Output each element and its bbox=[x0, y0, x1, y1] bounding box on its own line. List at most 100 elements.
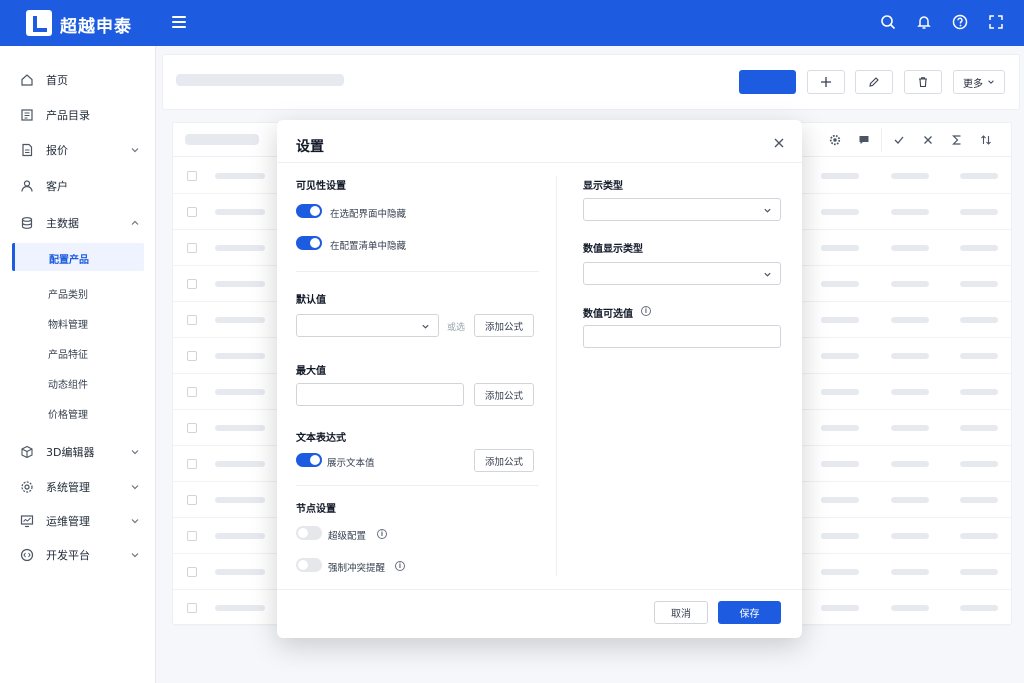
text-expr-formula-button[interactable]: 添加公式 bbox=[474, 449, 534, 472]
show-text-toggle[interactable] bbox=[296, 453, 322, 467]
cell-placeholder bbox=[215, 317, 265, 323]
cell-placeholder bbox=[891, 461, 929, 467]
header-placeholder bbox=[185, 134, 259, 145]
sidebar-subitem-config-product[interactable]: 配置产品 bbox=[12, 243, 144, 271]
row-checkbox[interactable] bbox=[187, 243, 197, 253]
sidebar-subitem-category[interactable]: 产品类别 bbox=[48, 286, 88, 301]
hide-in-config-toggle[interactable] bbox=[296, 204, 322, 218]
close-icon[interactable] bbox=[921, 133, 935, 147]
brand-logo[interactable] bbox=[26, 10, 52, 36]
sidebar-item-label: 3D编辑器 bbox=[46, 446, 95, 459]
row-checkbox[interactable] bbox=[187, 423, 197, 433]
default-value-formula-button[interactable]: 添加公式 bbox=[474, 314, 534, 337]
comment-icon[interactable] bbox=[857, 133, 871, 147]
sort-icon[interactable] bbox=[979, 133, 993, 147]
search-icon[interactable] bbox=[878, 12, 898, 32]
sidebar-item-system[interactable]: 系统管理 bbox=[20, 475, 140, 499]
row-checkbox[interactable] bbox=[187, 459, 197, 469]
row-checkbox[interactable] bbox=[187, 171, 197, 181]
super-config-toggle[interactable] bbox=[296, 526, 322, 540]
show-text-label: 展示文本值 bbox=[327, 458, 375, 469]
sidebar-item-3d-editor[interactable]: 3D编辑器 bbox=[20, 440, 140, 464]
max-value-formula-button[interactable]: 添加公式 bbox=[474, 383, 534, 406]
quote-icon bbox=[20, 143, 34, 157]
save-button[interactable]: 保存 bbox=[718, 601, 781, 624]
cell-placeholder bbox=[215, 533, 265, 539]
max-value-input[interactable] bbox=[296, 383, 464, 406]
close-icon[interactable] bbox=[772, 136, 786, 150]
cell-placeholder bbox=[960, 317, 998, 323]
row-checkbox[interactable] bbox=[187, 387, 197, 397]
fullscreen-icon[interactable] bbox=[986, 12, 1006, 32]
row-checkbox[interactable] bbox=[187, 279, 197, 289]
sidebar-item-quote[interactable]: 报价 bbox=[20, 138, 140, 162]
bell-icon[interactable] bbox=[914, 12, 934, 32]
more-label: 更多 bbox=[963, 78, 983, 90]
info-icon[interactable]: i bbox=[641, 306, 651, 316]
display-type-select[interactable] bbox=[583, 198, 781, 221]
number-options-title: 数值可选值 bbox=[583, 309, 633, 320]
row-checkbox[interactable] bbox=[187, 207, 197, 217]
delete-button[interactable] bbox=[904, 70, 942, 94]
sidebar-item-customer[interactable]: 客户 bbox=[20, 174, 140, 198]
sidebar-item-dev-platform[interactable]: 开发平台 bbox=[20, 543, 140, 567]
sidebar-item-home[interactable]: 首页 bbox=[20, 68, 140, 92]
sidebar-subitem-material[interactable]: 物料管理 bbox=[48, 316, 88, 331]
info-icon[interactable]: i bbox=[395, 561, 405, 571]
cell-placeholder bbox=[960, 209, 998, 215]
cell-placeholder bbox=[821, 245, 859, 251]
cell-placeholder bbox=[960, 173, 998, 179]
number-options-input[interactable] bbox=[583, 325, 781, 348]
primary-action-button[interactable] bbox=[739, 70, 796, 94]
cell-placeholder bbox=[821, 425, 859, 431]
force-conflict-toggle[interactable] bbox=[296, 558, 322, 572]
cell-placeholder bbox=[891, 605, 929, 611]
info-icon[interactable]: i bbox=[377, 529, 387, 539]
default-value-select[interactable] bbox=[296, 314, 439, 337]
cancel-button[interactable]: 取消 bbox=[654, 601, 708, 624]
sidebar-subitem-feature[interactable]: 产品特征 bbox=[48, 346, 88, 361]
code-icon bbox=[20, 548, 34, 562]
or-label: 或选 bbox=[447, 323, 466, 333]
cell-placeholder bbox=[821, 605, 859, 611]
cell-placeholder bbox=[215, 569, 265, 575]
row-checkbox[interactable] bbox=[187, 567, 197, 577]
cell-placeholder bbox=[821, 209, 859, 215]
text-expr-title: 文本表达式 bbox=[296, 433, 346, 444]
cell-placeholder bbox=[821, 353, 859, 359]
edit-button[interactable] bbox=[855, 70, 893, 94]
cell-placeholder bbox=[891, 353, 929, 359]
cell-placeholder bbox=[960, 533, 998, 539]
visibility-section-title: 可见性设置 bbox=[296, 181, 346, 192]
sidebar-item-ops[interactable]: 运维管理 bbox=[20, 509, 140, 533]
check-icon[interactable] bbox=[892, 133, 906, 147]
cell-placeholder bbox=[821, 389, 859, 395]
plus-icon bbox=[821, 77, 831, 87]
number-display-type-select[interactable] bbox=[583, 262, 781, 285]
dialog-footer-divider bbox=[277, 589, 802, 590]
row-checkbox[interactable] bbox=[187, 495, 197, 505]
help-icon[interactable] bbox=[950, 12, 970, 32]
sidebar-subitem-price[interactable]: 价格管理 bbox=[48, 406, 88, 421]
cell-placeholder bbox=[891, 245, 929, 251]
chevron-down-icon bbox=[131, 485, 139, 490]
sum-icon[interactable] bbox=[950, 133, 964, 147]
chevron-down-icon bbox=[131, 148, 139, 153]
chevron-down-icon bbox=[422, 324, 429, 329]
menu-toggle-icon[interactable] bbox=[172, 16, 186, 28]
cell-placeholder bbox=[215, 209, 265, 215]
sidebar-item-label: 主数据 bbox=[46, 217, 79, 230]
sidebar-item-master-data[interactable]: 主数据 bbox=[20, 211, 140, 235]
sidebar-subitem-dynamic[interactable]: 动态组件 bbox=[48, 376, 88, 391]
row-checkbox[interactable] bbox=[187, 315, 197, 325]
sidebar-item-catalog[interactable]: 产品目录 bbox=[20, 103, 140, 127]
hide-in-list-toggle[interactable] bbox=[296, 236, 322, 250]
brand-name: 超越申泰 bbox=[60, 17, 132, 37]
row-checkbox[interactable] bbox=[187, 603, 197, 613]
settings-icon[interactable] bbox=[828, 133, 842, 147]
row-checkbox[interactable] bbox=[187, 351, 197, 361]
cell-placeholder bbox=[215, 389, 265, 395]
row-checkbox[interactable] bbox=[187, 531, 197, 541]
more-dropdown[interactable]: 更多 bbox=[953, 70, 1005, 94]
add-button[interactable] bbox=[807, 70, 845, 94]
